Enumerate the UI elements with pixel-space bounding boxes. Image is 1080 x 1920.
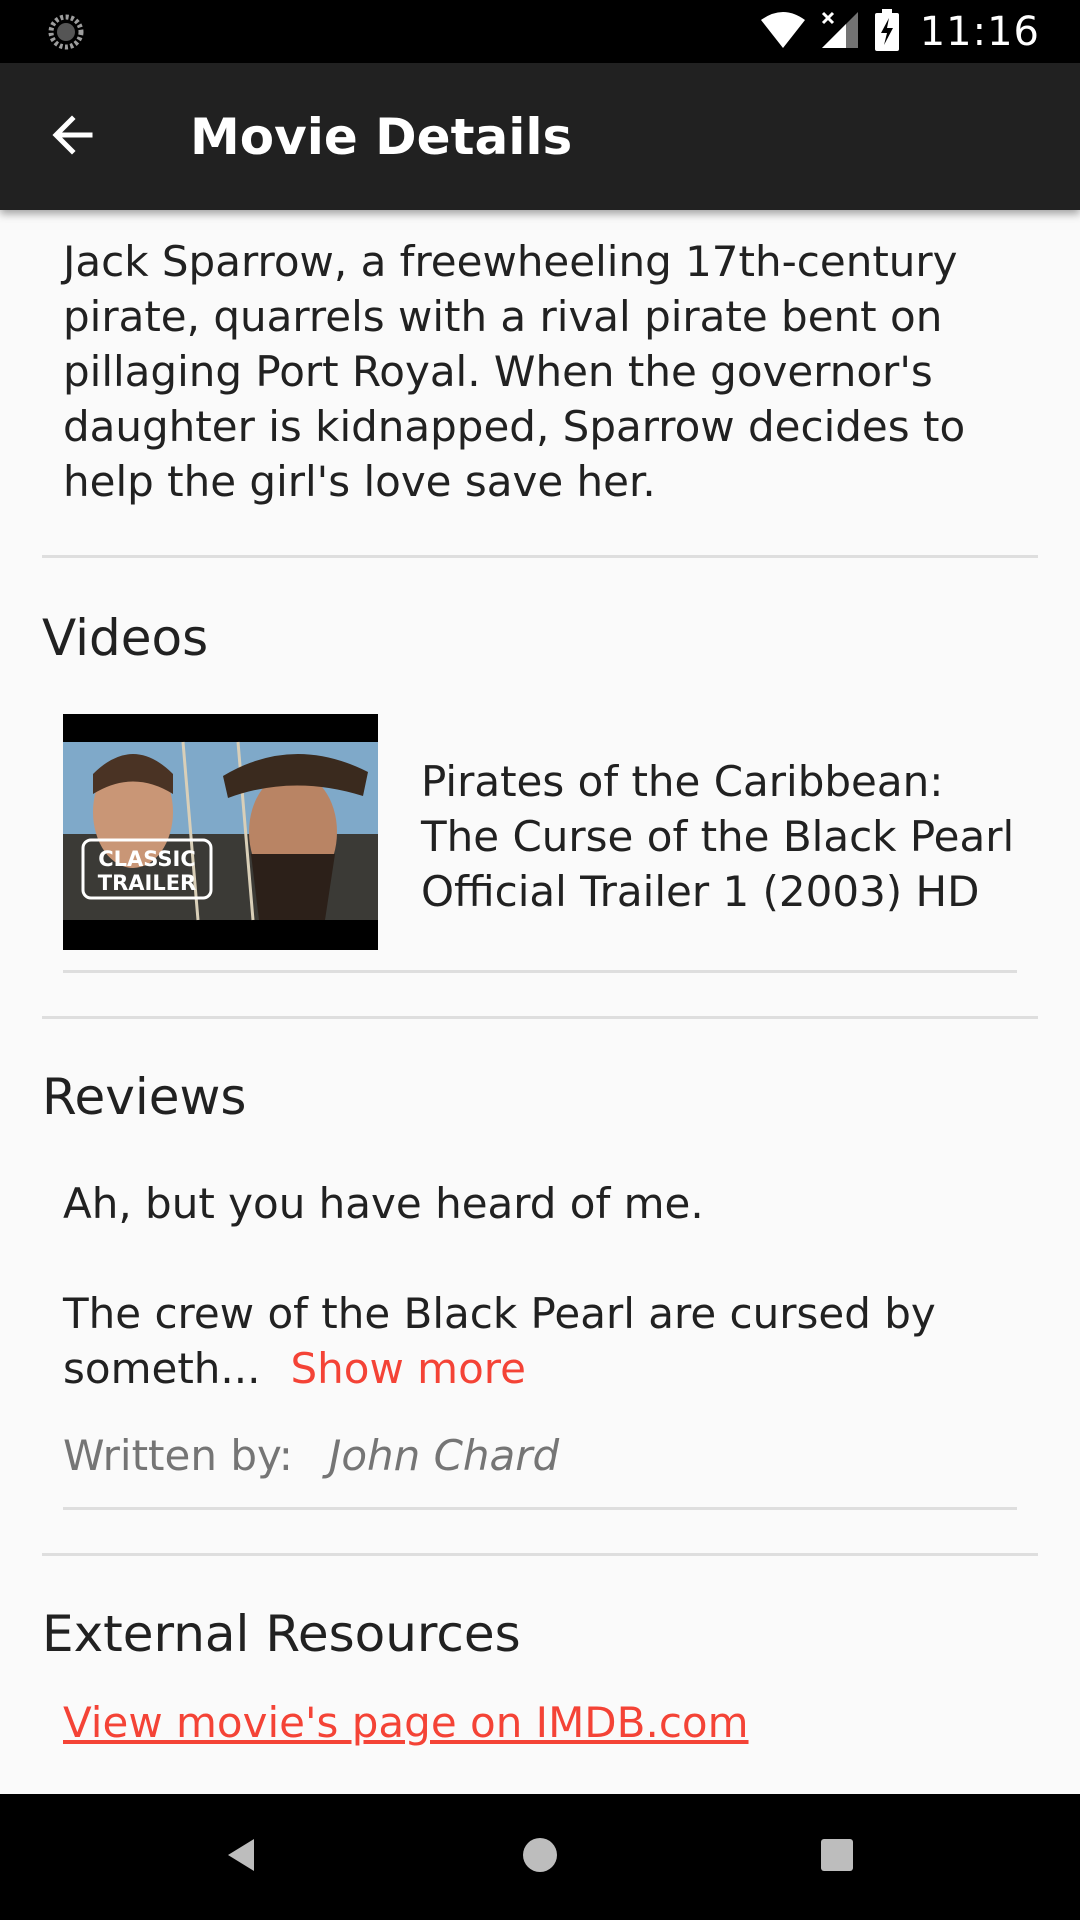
status-time: 11:16 [919,8,1040,55]
written-by-label: Written by: [63,1431,293,1480]
imdb-link[interactable]: View movie's page on IMDB.com [63,1695,749,1750]
divider [42,555,1038,558]
videos-heading: Videos [42,609,209,667]
nav-home-button[interactable] [505,1822,575,1892]
home-circle-icon [520,1835,560,1879]
video-thumbnail[interactable]: CLASSIC TRAILER [63,714,378,950]
loading-icon [48,14,84,50]
wifi-icon [760,10,806,54]
movie-details-content[interactable]: Jack Sparrow, a freewheeling 17th-centur… [0,210,1080,1794]
battery-charging-icon [874,8,900,55]
thumbnail-badge-line1: CLASSIC [98,847,196,871]
back-triangle-icon [222,1835,262,1879]
navigation-bar [0,1794,1080,1920]
review-text-body: The crew of the Black Pearl are cursed b… [63,1286,1023,1396]
nav-back-button[interactable] [207,1822,277,1892]
divider [42,1016,1038,1019]
video-title[interactable]: Pirates of the Caribbean: The Curse of t… [421,754,1021,919]
back-button[interactable] [36,101,108,173]
status-bar: 11:16 [0,0,1080,63]
app-bar: Movie Details [0,63,1080,210]
arrow-back-icon [48,111,96,163]
recents-square-icon [817,1835,857,1879]
video-list-item[interactable]: CLASSIC TRAILER Pirates of the Caribbean… [63,714,1017,950]
show-more-link[interactable]: Show more [290,1344,525,1393]
overview-text: Jack Sparrow, a freewheeling 17th-centur… [63,237,966,506]
signal-icon [820,10,860,54]
review-author: John Chard [328,1431,560,1480]
divider [63,970,1017,973]
reviews-heading: Reviews [42,1068,247,1126]
external-resources-heading: External Resources [42,1605,521,1663]
review-text-line1: Ah, but you have heard of me. [63,1179,704,1228]
review-author-row: Written by: John Chard [63,1428,559,1483]
divider [42,1553,1038,1556]
divider [63,1507,1017,1510]
page-title: Movie Details [190,108,573,166]
thumbnail-badge-line2: TRAILER [98,871,196,895]
nav-recents-button[interactable] [802,1822,872,1892]
